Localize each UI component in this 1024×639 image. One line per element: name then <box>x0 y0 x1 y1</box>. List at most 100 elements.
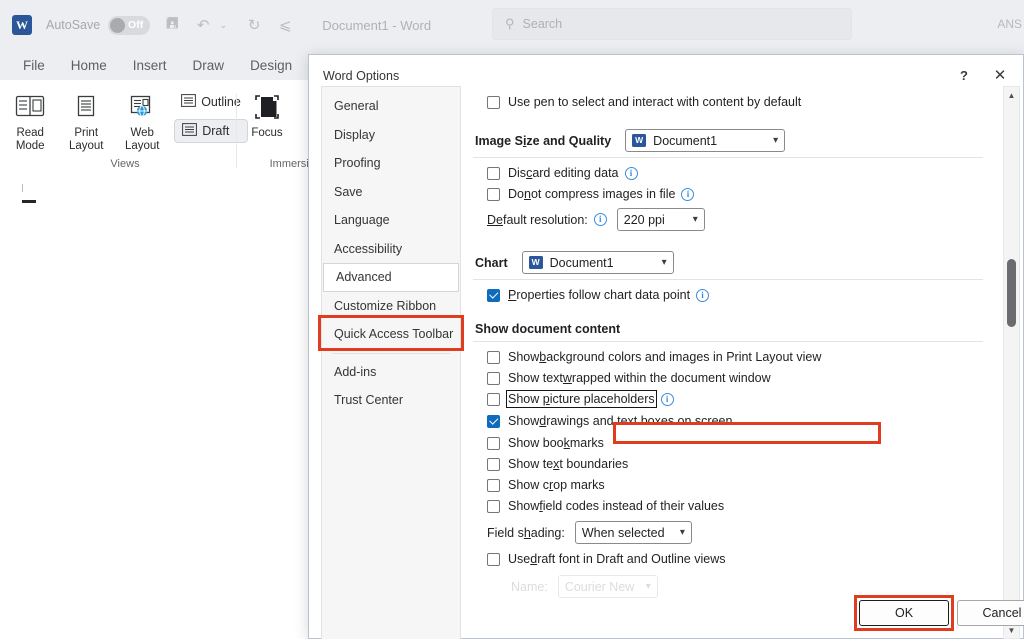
o3-pre: Show <box>508 414 540 428</box>
print-layout-button[interactable]: Print Layout <box>58 87 114 153</box>
sidebar-item-save[interactable]: Save <box>322 178 460 207</box>
compress-pre: Do <box>508 187 524 201</box>
option-show-text-boundaries[interactable]: Show te x t boundaries <box>487 457 1001 471</box>
sidebar-item-language[interactable]: Language <box>322 206 460 235</box>
option-show-text-wrapped[interactable]: Show text w rapped within the document wi… <box>487 371 1001 385</box>
sidebar-item-advanced[interactable]: Advanced <box>323 263 459 292</box>
sidebar-item-display[interactable]: Display <box>322 121 460 150</box>
tab-draw[interactable]: Draw <box>180 58 238 73</box>
ribbon-group-views: Read Mode Print Layout Web Layout Outlin… <box>16 82 248 180</box>
document-page[interactable] <box>0 184 310 639</box>
discard-editing-data-checkbox[interactable] <box>487 166 500 180</box>
discard-pre: Dis <box>508 166 527 180</box>
o1-accel: w <box>562 371 572 385</box>
option-show-background-colors[interactable]: Show b ackground colors and images in Pri… <box>487 350 1001 364</box>
option-properties-follow-chart[interactable]: Properties follow chart data point i <box>487 288 1001 302</box>
o5-post: t boundaries <box>559 457 629 471</box>
tab-file[interactable]: File <box>10 58 58 73</box>
image-scope-dropdown[interactable]: Document1 ▾ <box>625 129 786 152</box>
sidebar-item-accessibility[interactable]: Accessibility <box>322 235 460 264</box>
option-show-crop-marks[interactable]: Show c r op marks <box>487 478 1001 492</box>
option-show-field-codes[interactable]: Show f ield codes instead of their values <box>487 499 1001 513</box>
fs-pre: Field s <box>487 525 524 540</box>
show-content-header: Show document content <box>475 322 621 336</box>
document-content-mark <box>22 200 36 203</box>
autosave-toggle[interactable]: Off <box>108 15 151 35</box>
show-field-codes-checkbox[interactable] <box>487 499 500 513</box>
sidebar-item-trust-center[interactable]: Trust Center <box>322 386 460 415</box>
save-icon[interactable]: 🖪 <box>163 13 181 38</box>
cancel-button[interactable]: Cancel <box>957 600 1024 626</box>
redo-icon[interactable]: ↻ <box>245 16 263 34</box>
o2-accel: p <box>542 392 550 406</box>
use-draft-font-checkbox[interactable] <box>487 552 500 566</box>
info-icon[interactable]: i <box>696 288 710 302</box>
search-box[interactable]: ⚲ Search <box>492 8 852 40</box>
close-icon[interactable]: ✕ <box>985 62 1015 88</box>
ok-button[interactable]: OK <box>859 600 949 626</box>
show-crop-marks-checkbox[interactable] <box>487 478 500 492</box>
focus-icon <box>252 87 282 127</box>
show-bookmarks-checkbox[interactable] <box>487 436 500 450</box>
default-resolution-dropdown[interactable]: 220 ppi ▾ <box>616 208 705 231</box>
o7-post: ield codes instead of their values <box>542 499 725 513</box>
o2-post: icture placeholders <box>549 392 655 406</box>
properties-follow-chart-checkbox[interactable] <box>487 288 500 302</box>
do-not-compress-checkbox[interactable] <box>487 187 500 201</box>
o5-pre: Show te <box>508 457 554 471</box>
info-icon[interactable]: i <box>593 213 607 226</box>
read-mode-button[interactable]: Read Mode <box>2 87 58 153</box>
option-use-draft-font[interactable]: Use d raft font in Draft and Outline view… <box>487 552 1001 566</box>
autosave-label: AutoSave <box>46 18 101 32</box>
scrollbar-up-arrow-icon[interactable]: ▲ <box>1004 87 1019 103</box>
o0-post: ackground colors and images in Print Lay… <box>546 350 822 364</box>
options-content-pane: Use pen to select and interact with cont… <box>473 86 1001 639</box>
word-logo-icon: W <box>12 15 32 35</box>
default-resolution-label: Default resolution: <box>487 213 588 227</box>
info-icon[interactable]: i <box>681 187 695 201</box>
show-drawings-checkbox[interactable] <box>487 414 500 428</box>
option-show-picture-placeholders[interactable]: Show picture placeholders i <box>487 390 1001 408</box>
option-discard-editing-data[interactable]: Dis c ard editing data i <box>487 166 1001 180</box>
show-text-wrapped-checkbox[interactable] <box>487 371 500 385</box>
chevron-down-icon: ▾ <box>679 527 685 538</box>
show-picture-placeholders-checkbox[interactable] <box>487 392 500 406</box>
o6-post: op marks <box>553 478 605 492</box>
read-mode-line2: Mode <box>15 140 45 152</box>
show-background-colors-checkbox[interactable] <box>487 350 500 364</box>
df-post: raft font in Draft and Outline views <box>537 552 726 566</box>
tab-home[interactable]: Home <box>58 58 120 73</box>
focus-button[interactable]: Focus <box>239 87 295 140</box>
tab-insert[interactable]: Insert <box>120 58 180 73</box>
undo-dropdown-icon[interactable]: ⌄ <box>214 20 232 31</box>
use-pen-checkbox[interactable] <box>487 95 500 109</box>
field-shading-dropdown[interactable]: When selected ▾ <box>574 521 692 544</box>
views-group-label: Views <box>110 158 140 170</box>
undo-icon[interactable]: ↶ <box>194 16 212 34</box>
info-icon[interactable]: i <box>660 392 674 406</box>
o4-post: marks <box>569 436 604 450</box>
field-shading-row: Field shading: When selected ▾ <box>487 521 1001 544</box>
sidebar-item-add-ins[interactable]: Add-ins <box>322 358 460 387</box>
web-layout-button[interactable]: Web Layout <box>114 87 170 153</box>
web-layout-line2: Layout <box>124 140 160 152</box>
content-scrollbar[interactable]: ▲ ▼ <box>1003 86 1020 639</box>
sidebar-item-general[interactable]: General <box>322 92 460 121</box>
info-icon[interactable]: i <box>624 166 638 180</box>
option-use-pen[interactable]: Use pen to select and interact with cont… <box>487 95 1001 109</box>
scrollbar-thumb[interactable] <box>1007 259 1016 327</box>
sidebar-item-proofing[interactable]: Proofing <box>322 149 460 178</box>
option-do-not-compress[interactable]: Do n ot compress images in file i <box>487 187 1001 201</box>
sidebar-item-quick-access-toolbar[interactable]: Quick Access Toolbar <box>322 320 460 349</box>
option-show-bookmarks[interactable]: Show boo k marks <box>487 436 1001 450</box>
tab-design[interactable]: Design <box>237 58 305 73</box>
chevron-down-icon: ▾ <box>773 135 779 146</box>
o3-post: rawings and text boxes on screen <box>546 414 733 428</box>
help-icon[interactable]: ? <box>949 62 979 88</box>
draft-label: Draft <box>202 124 230 138</box>
chart-scope-dropdown[interactable]: Document1 ▾ <box>521 251 674 274</box>
sidebar-item-customize-ribbon[interactable]: Customize Ribbon <box>322 292 460 321</box>
show-text-boundaries-checkbox[interactable] <box>487 457 500 471</box>
option-show-drawings-and-text-boxes[interactable]: Show d rawings and text boxes on screen <box>487 414 1001 428</box>
customize-qat-icon[interactable]: ⩽ <box>276 16 294 34</box>
